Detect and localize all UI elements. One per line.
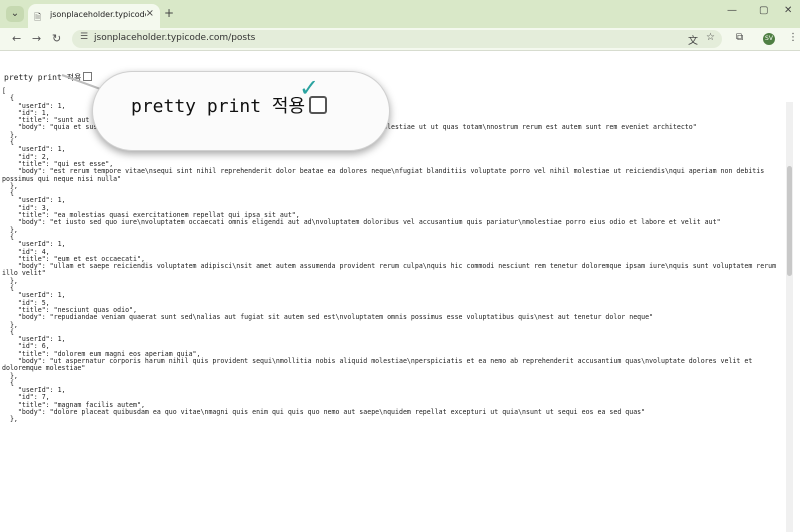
- profile-avatar[interactable]: SV: [763, 33, 775, 45]
- url-text[interactable]: jsonplaceholder.typicode.com/posts: [94, 33, 255, 43]
- address-bar[interactable]: ☰ jsonplaceholder.typicode.com/posts 文 ☆: [72, 30, 722, 48]
- close-window-icon[interactable]: ✕: [784, 5, 792, 16]
- pretty-print-checkbox[interactable]: [83, 72, 93, 81]
- extensions-icon[interactable]: ⧉: [736, 32, 743, 43]
- back-icon[interactable]: ←: [12, 32, 21, 45]
- site-favicon-icon: 🗎: [34, 13, 42, 23]
- site-info-icon[interactable]: ☰: [80, 32, 88, 42]
- new-tab-button[interactable]: +: [164, 6, 174, 20]
- magnifier-callout: pretty print 적용 ✓: [92, 71, 390, 151]
- tab-title: jsonplaceholder.typicode.com: [50, 10, 146, 19]
- browser-tab[interactable]: 🗎 jsonplaceholder.typicode.com ×: [28, 4, 160, 28]
- tab-close-icon[interactable]: ×: [146, 8, 154, 19]
- vertical-scrollbar[interactable]: [786, 102, 793, 532]
- tab-strip: ⌄ 🗎 jsonplaceholder.typicode.com × + — ▢…: [0, 0, 800, 28]
- tab-search-icon[interactable]: ⌄: [6, 6, 24, 22]
- reload-icon[interactable]: ↻: [52, 32, 61, 45]
- zoomed-pretty-print-label: pretty print 적용: [131, 96, 305, 117]
- forward-icon[interactable]: →: [32, 32, 41, 45]
- check-mark-icon: ✓: [299, 74, 320, 102]
- maximize-icon[interactable]: ▢: [759, 5, 768, 16]
- bookmark-star-icon[interactable]: ☆: [706, 32, 715, 43]
- scrollbar-thumb[interactable]: [787, 166, 792, 276]
- translate-icon[interactable]: 文: [688, 32, 698, 47]
- minimize-icon[interactable]: —: [727, 5, 737, 16]
- zoomed-pretty-print-row: pretty print 적용: [131, 92, 327, 118]
- menu-icon[interactable]: ⋮: [788, 32, 798, 43]
- browser-toolbar: ← → ↻ ☰ jsonplaceholder.typicode.com/pos…: [0, 28, 800, 51]
